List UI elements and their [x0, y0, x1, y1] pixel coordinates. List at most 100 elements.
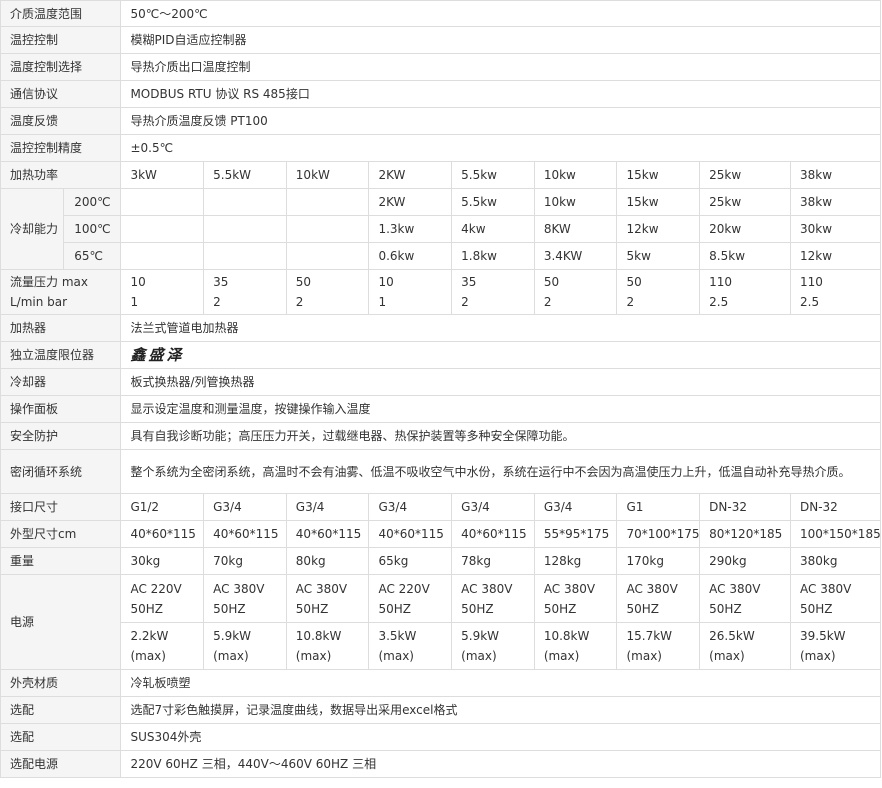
row-value: MODBUS RTU 协议 RS 485接口 — [120, 80, 881, 108]
pressure-value: 2 — [461, 295, 469, 309]
max-power: 2.2kW — [130, 629, 169, 643]
model-value-cell: 40*60*115 — [285, 520, 370, 548]
flow-label-line2: L/min bar — [10, 295, 68, 309]
spec-row: 通信协议 MODBUS RTU 协议 RS 485接口 — [0, 80, 881, 108]
flow-value-cell: 10 1 — [120, 269, 205, 315]
row-value: ±0.5℃ — [120, 134, 881, 162]
spec-row: 冷却器 板式换热器/列管换热器 — [0, 368, 881, 396]
frequency: 50HZ — [295, 601, 329, 616]
row-label: 重量 — [0, 547, 122, 575]
row-value: 导热介质温度反馈 PT100 — [120, 107, 881, 135]
pressure-value: 2 — [626, 295, 635, 309]
cooling-value-cell: 4kw — [451, 215, 535, 243]
flow-value-cell: 110 2.5 — [790, 269, 881, 315]
frequency: 50HZ — [213, 601, 246, 616]
power-row: 电源 AC 220V 50HZ AC 380V 50HZ AC 380V 50HZ AC 22… — [0, 574, 881, 670]
cooling-value-cell: 8KW — [533, 215, 618, 243]
model-value-cell: G1/2 — [120, 493, 205, 521]
cooling-value-cell: 25kw — [699, 188, 791, 216]
row-value: 冷轧板喷塑 — [120, 669, 881, 697]
model-value-cell: 55*95*175 — [533, 520, 618, 548]
spec-row: 温控控制精度 ±0.5℃ — [0, 134, 881, 162]
cooling-value-cell: 1.8kw — [451, 242, 535, 270]
row-value: 鑫盛泽 — [120, 341, 881, 369]
model-value-cell: 290kg — [699, 547, 791, 575]
model-value-cell: 2KW — [368, 161, 453, 189]
row-label: 温控控制精度 — [0, 134, 122, 162]
max-label: (max) — [213, 649, 249, 663]
model-value-cell: 128kg — [533, 547, 618, 575]
model-value-cell: 40*60*115 — [120, 520, 205, 548]
power-voltage-cell: AC 220V 50HZ — [368, 574, 453, 623]
row-label: 接口尺寸 — [0, 493, 122, 521]
model-value-cell: G3/4 — [203, 493, 287, 521]
power-max-cell: 10.8kW (max) — [285, 622, 370, 670]
flow-value: 35 — [213, 275, 229, 289]
pressure-value: 2 — [213, 295, 221, 309]
flow-label-line1: 流量压力 max — [10, 275, 88, 289]
spec-row: 温度控制选择 导热介质出口温度控制 — [0, 53, 881, 81]
flow-value: 50 — [626, 275, 642, 289]
row-value: 选配7寸彩色触摸屏，记录温度曲线，数据导出采用excel格式 — [120, 696, 881, 724]
voltage: AC 380V — [626, 581, 678, 596]
cooling-row: 冷却能力 200℃ 2KW 5.5kw 10kw 15kw 25kw 38kw — [0, 188, 881, 270]
spec-row: 温度反馈 导热介质温度反馈 PT100 — [0, 107, 881, 135]
model-value-cell: G3/4 — [533, 493, 618, 521]
cooling-value-cell — [120, 188, 205, 216]
cooling-value-cell — [285, 188, 370, 216]
model-value-cell: 5.5kw — [451, 161, 535, 189]
cooling-row: 65℃ 0.6kw 1.8kw 3.4KW 5kw 8.5kw 12kw — [1, 242, 881, 270]
power-max-cell: 10.8kW (max) — [533, 622, 618, 670]
power-max-cell: 2.2kW (max) — [120, 622, 205, 670]
spec-row: 加热器 法兰式管道电加热器 — [0, 314, 881, 342]
max-power: 10.8kW — [295, 629, 342, 643]
model-value-cell: 380kg — [790, 547, 881, 575]
max-label: (max) — [709, 649, 745, 663]
row-label: 独立温度限位器 — [0, 341, 122, 369]
model-value-cell: 80*120*185 — [699, 520, 791, 548]
cooling-temp: 65℃ — [63, 242, 122, 270]
frequency: 50HZ — [130, 601, 163, 616]
model-value-cell: 78kg — [451, 547, 535, 575]
cooling-value-cell: 12kw — [616, 215, 701, 243]
power-voltage-cell: AC 220V 50HZ — [120, 574, 205, 623]
pressure-value: 2.5 — [709, 295, 729, 309]
max-power: 15.7kW — [626, 629, 673, 643]
row-label: 外壳材质 — [0, 669, 122, 697]
model-value-cell: G3/4 — [368, 493, 453, 521]
pressure-value: 2.5 — [800, 295, 820, 309]
cooling-value-cell — [203, 242, 287, 270]
spec-row: 密闭循环系统 整个系统为全密闭系统，高温时不会有油雾、低温不吸收空气中水份，系统在… — [0, 449, 881, 494]
pressure-value: 1 — [378, 295, 387, 309]
flow-value-cell: 50 2 — [285, 269, 370, 315]
voltage: AC 380V — [213, 581, 265, 596]
max-label: (max) — [800, 649, 836, 663]
pressure-value: 2 — [295, 295, 304, 309]
row-label: 温度反馈 — [0, 107, 122, 135]
power-max-cell: 39.5kW (max) — [790, 622, 881, 670]
spec-row: 选配 选配7寸彩色触摸屏，记录温度曲线，数据导出采用excel格式 — [0, 696, 881, 724]
spec-row: 安全防护 具有自我诊断功能；高压压力开关，过载继电器、热保护装置等多种安全保障功能… — [0, 422, 881, 450]
model-value-cell: 40*60*115 — [203, 520, 287, 548]
power-voltage-cell: AC 380V 50HZ — [616, 574, 701, 623]
frequency: 50HZ — [800, 601, 833, 616]
cooling-value-cell — [203, 188, 287, 216]
model-value-cell: 25kw — [699, 161, 791, 189]
cooling-value-cell: 8.5kw — [699, 242, 791, 270]
model-value-cell: 3kW — [120, 161, 205, 189]
power-voltage-cell: AC 380V 50HZ — [285, 574, 370, 623]
spec-row: 介质温度范围 50℃～200℃ — [0, 0, 881, 27]
row-label: 介质温度范围 — [0, 0, 122, 27]
flow-value-cell: 50 2 — [616, 269, 701, 315]
spec-table: 介质温度范围 50℃～200℃ 温控控制 模糊PID自适应控制器 温度控制选择 导热介质出… — [0, 0, 881, 778]
power-voltage-cell: AC 380V 50HZ — [699, 574, 791, 623]
max-label: (max) — [378, 649, 414, 663]
row-label: 选配电源 — [0, 750, 122, 778]
row-label: 加热功率 — [0, 161, 122, 189]
spec-row: 外型尺寸cm 40*60*115 40*60*115 40*60*115 40*60*1… — [0, 520, 881, 548]
row-value: 导热介质出口温度控制 — [120, 53, 881, 81]
power-max-cell: 26.5kW (max) — [699, 622, 791, 670]
max-power: 39.5kW — [800, 629, 846, 643]
flow-value-cell: 35 2 — [203, 269, 287, 315]
flow-value: 50 — [295, 275, 312, 289]
